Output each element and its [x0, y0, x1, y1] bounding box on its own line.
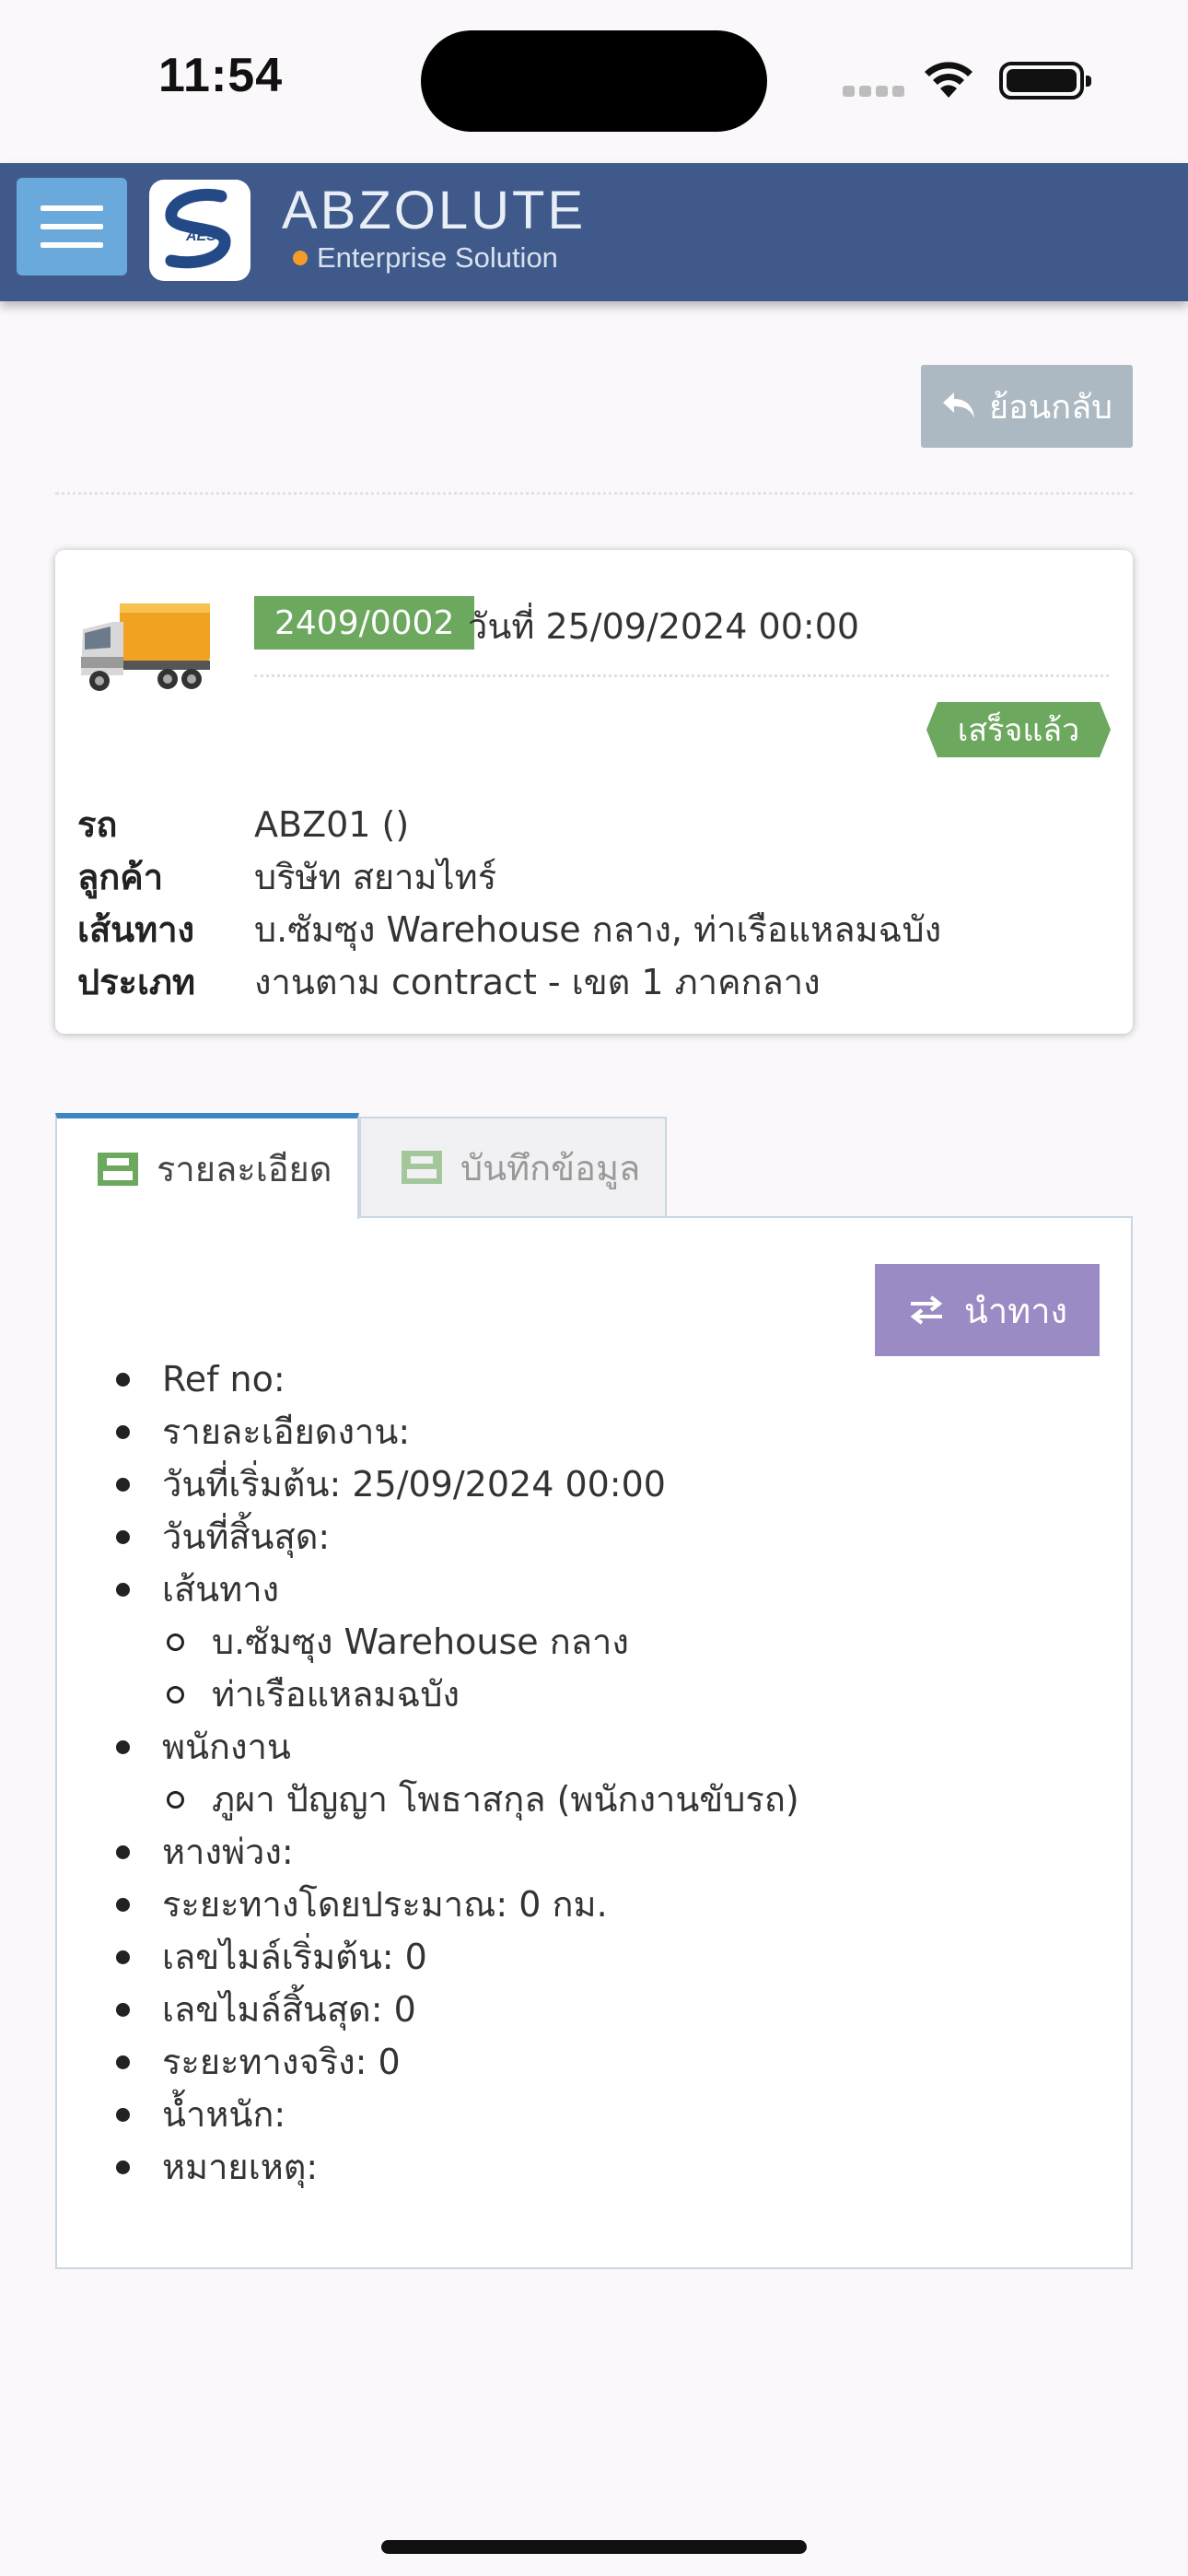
wifi-icon: [925, 62, 973, 98]
info-label: รถ: [77, 804, 118, 845]
list-item: หมายเหตุ:: [116, 2141, 799, 2194]
list-item: หางพ่วง:: [116, 1826, 799, 1879]
list-item: เลขไมล์สิ้นสุด: 0: [116, 1984, 799, 2036]
navigate-button-label: นำทาง: [963, 1290, 1068, 1331]
info-row-customer: ลูกค้า บริษัท สยามไทร์: [77, 851, 941, 904]
list-item: ระยะทางโดยประมาณ: 0 กม.: [116, 1879, 799, 1931]
tab-details-label: รายละเอียด: [157, 1149, 332, 1189]
list-item: วันที่สิ้นสุด:: [116, 1511, 799, 1563]
job-info: รถ ABZ01 () ลูกค้า บริษัท สยามไทร์ เส้นท…: [77, 799, 941, 1009]
status-time: 11:54: [158, 49, 284, 102]
info-row-route: เส้นทาง บ.ซัมซุง Warehouse กลาง, ท่าเรือ…: [77, 904, 941, 956]
info-label: ประเภท: [77, 962, 196, 1002]
status-badge: เสร็จแล้ว: [926, 702, 1111, 757]
list-item: Ref no:: [116, 1353, 799, 1406]
list-item: เส้นทาง: [116, 1563, 799, 1616]
info-label: ลูกค้า: [77, 857, 164, 897]
info-row-vehicle: รถ ABZ01 (): [77, 799, 941, 851]
inbox-tray-icon: [402, 1151, 442, 1184]
list-item: ระยะทางจริง: 0: [116, 2036, 799, 2089]
card-divider: [254, 674, 1109, 677]
truck-icon: [81, 603, 210, 691]
home-indicator[interactable]: [381, 2540, 807, 2554]
info-row-type: ประเภท งานตาม contract - เขต 1 ภาคกลาง: [77, 956, 941, 1009]
list-item: เลขไมล์เริ่มต้น: 0: [116, 1931, 799, 1984]
back-button-label: ย้อนกลับ: [988, 388, 1113, 427]
signal-icon: [843, 86, 904, 97]
menu-button[interactable]: [17, 178, 127, 275]
tab-record-data[interactable]: บันทึกข้อมูล: [359, 1117, 667, 1218]
swap-arrows-icon: [910, 1295, 943, 1325]
details-panel: นำทาง Ref no: รายละเอียดงาน: วันที่เริ่ม…: [55, 1216, 1133, 2269]
back-arrow-icon: [942, 392, 974, 418]
info-label: เส้นทาง: [77, 909, 195, 950]
tab-record-data-label: บันทึกข้อมูล: [460, 1147, 641, 1188]
divider: [55, 492, 1133, 495]
job-date: วันที่ 25/09/2024 00:00: [468, 606, 860, 647]
tab-details[interactable]: รายละเอียด: [55, 1113, 359, 1219]
svg-text:AES: AES: [185, 228, 216, 244]
detail-list: Ref no: รายละเอียดงาน: วันที่เริ่มต้น: 2…: [116, 1353, 799, 2194]
sub-list-item: บ.ซัมซุง Warehouse กลาง: [116, 1616, 799, 1669]
list-item: รายละเอียดงาน:: [116, 1406, 799, 1458]
inbox-tray-icon: [98, 1152, 138, 1186]
sub-list-item: ท่าเรือแหลมฉบัง: [116, 1669, 799, 1721]
company-logo: AES: [149, 180, 250, 281]
list-item: วันที่เริ่มต้น: 25/09/2024 00:00: [116, 1458, 799, 1511]
battery-icon: [999, 62, 1091, 100]
list-item: น้ำหนัก:: [116, 2089, 799, 2141]
list-item: พนักงาน: [116, 1721, 799, 1774]
info-value: งานตาม contract - เขต 1 ภาคกลาง: [254, 962, 821, 1002]
info-value: ABZ01 (): [254, 804, 410, 845]
navigate-button[interactable]: นำทาง: [875, 1264, 1100, 1356]
dynamic-island: [421, 30, 767, 132]
menu-icon: [41, 205, 103, 211]
back-button[interactable]: ย้อนกลับ: [921, 365, 1133, 448]
sub-list-item: ภูผา ปัญญา โพธาสกุล (พนักงานขับรถ): [116, 1774, 799, 1826]
job-card: 2409/0002 วันที่ 25/09/2024 00:00 เสร็จแ…: [55, 550, 1133, 1034]
info-value: บ.ซัมซุง Warehouse กลาง, ท่าเรือแหลมฉบัง: [254, 909, 942, 950]
app-header: AES ABZOLUTE Enterprise Solution: [0, 163, 1188, 301]
brand-name: ABZOLUTE: [282, 181, 587, 240]
status-bar: 11:54: [0, 0, 1188, 163]
info-value: บริษัท สยามไทร์: [254, 857, 497, 897]
brand-tagline: Enterprise Solution: [293, 241, 558, 275]
job-number-badge: 2409/0002: [254, 596, 475, 650]
